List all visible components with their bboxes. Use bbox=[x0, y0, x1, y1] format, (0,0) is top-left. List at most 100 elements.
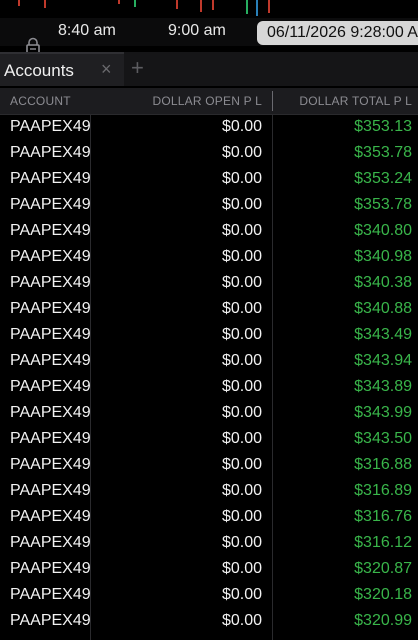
table-row[interactable]: PAAPEX49 $0.00 $320.18 bbox=[0, 582, 418, 608]
open-pl-cell: $0.00 bbox=[221, 248, 262, 265]
account-cell: PAAPEX49 bbox=[10, 430, 90, 447]
account-cell: PAAPEX49 bbox=[10, 222, 90, 239]
time-label: 9:00 am bbox=[168, 22, 226, 39]
account-cell: PAAPEX49 bbox=[10, 560, 90, 577]
total-pl-cell: $316.12 bbox=[354, 534, 412, 551]
open-pl-cell: $0.00 bbox=[221, 300, 262, 317]
open-pl-cell: $0.00 bbox=[221, 430, 262, 447]
account-cell: PAAPEX49 bbox=[10, 586, 90, 603]
column-header-total-pl[interactable]: DOLLAR TOTAL P L bbox=[299, 94, 412, 108]
table-row[interactable]: PAAPEX49 $0.00 $340.38 bbox=[0, 270, 418, 296]
account-cell: PAAPEX49 bbox=[10, 170, 90, 187]
account-cell: PAAPEX49 bbox=[10, 482, 90, 499]
total-pl-cell: $343.99 bbox=[354, 404, 412, 421]
account-cell: PAAPEX49 bbox=[10, 196, 90, 213]
column-resize-handle[interactable] bbox=[272, 91, 273, 111]
column-header-open-pl[interactable]: DOLLAR OPEN P L bbox=[153, 94, 263, 108]
table-row[interactable]: PAAPEX49 $0.00 $316.88 bbox=[0, 452, 418, 478]
table-row[interactable]: PAAPEX49 $0.00 $343.99 bbox=[0, 400, 418, 426]
total-pl-cell: $320.18 bbox=[354, 586, 412, 603]
total-pl-cell: $343.49 bbox=[354, 326, 412, 343]
table-row[interactable]: PAAPEX49 $0.00 $340.98 bbox=[0, 244, 418, 270]
total-pl-cell: $320.99 bbox=[354, 612, 412, 629]
total-pl-cell: $316.89 bbox=[354, 482, 412, 499]
table-row[interactable]: PAAPEX49 $0.00 $343.50 bbox=[0, 426, 418, 452]
account-cell: PAAPEX49 bbox=[10, 456, 90, 473]
open-pl-cell: $0.00 bbox=[221, 482, 262, 499]
column-header-account[interactable]: ACCOUNT bbox=[10, 94, 71, 108]
total-pl-cell: $320.87 bbox=[354, 560, 412, 577]
total-pl-cell: $316.76 bbox=[354, 508, 412, 525]
account-cell: PAAPEX49 bbox=[10, 144, 90, 161]
account-cell: PAAPEX49 bbox=[10, 612, 90, 629]
account-cell: PAAPEX49 bbox=[10, 352, 90, 369]
close-icon[interactable]: × bbox=[101, 59, 112, 80]
table-row[interactable]: PAAPEX49 $0.00 $353.24 bbox=[0, 166, 418, 192]
time-label: 8:40 am bbox=[58, 22, 116, 39]
account-cell: PAAPEX49 bbox=[10, 248, 90, 265]
table-row[interactable]: PAAPEX49 $0.00 $343.89 bbox=[0, 374, 418, 400]
tab-accounts[interactable]: Accounts × bbox=[0, 52, 124, 86]
chart-candle bbox=[200, 0, 202, 12]
total-pl-cell: $340.38 bbox=[354, 274, 412, 291]
chart-candle bbox=[44, 0, 46, 8]
open-pl-cell: $0.00 bbox=[221, 144, 262, 161]
open-pl-cell: $0.00 bbox=[221, 508, 262, 525]
table-row[interactable]: PAAPEX49 $0.00 $343.94 bbox=[0, 348, 418, 374]
open-pl-cell: $0.00 bbox=[221, 170, 262, 187]
chart-candle bbox=[134, 0, 136, 7]
total-pl-cell: $340.88 bbox=[354, 300, 412, 317]
open-pl-cell: $0.00 bbox=[221, 586, 262, 603]
table-row[interactable]: PAAPEX49 $0.00 $340.88 bbox=[0, 296, 418, 322]
total-pl-cell: $353.13 bbox=[354, 118, 412, 135]
open-pl-cell: $0.00 bbox=[221, 404, 262, 421]
total-pl-cell: $340.98 bbox=[354, 248, 412, 265]
chart-candle bbox=[212, 0, 214, 10]
account-cell: PAAPEX49 bbox=[10, 404, 90, 421]
chart-candle bbox=[268, 0, 270, 13]
open-pl-cell: $0.00 bbox=[221, 534, 262, 551]
open-pl-cell: $0.00 bbox=[221, 196, 262, 213]
table-body: PAAPEX49 $0.00 $353.13 PAAPEX49 $0.00 $353.78… bbox=[0, 114, 418, 634]
table-row[interactable]: PAAPEX49 $0.00 $316.89 bbox=[0, 478, 418, 504]
add-tab-icon[interactable]: + bbox=[131, 55, 144, 81]
chart-candle bbox=[176, 0, 178, 9]
total-pl-cell: $343.94 bbox=[354, 352, 412, 369]
price-chart-strip[interactable]: 8:40 am 9:00 am 06/11/2026 9:28:00 AM bbox=[0, 0, 418, 46]
chart-candle bbox=[246, 0, 248, 14]
account-cell: PAAPEX49 bbox=[10, 274, 90, 291]
total-pl-cell: $343.50 bbox=[354, 430, 412, 447]
open-pl-cell: $0.00 bbox=[221, 118, 262, 135]
tab-bar: Accounts × + bbox=[0, 52, 418, 86]
account-cell: PAAPEX49 bbox=[10, 118, 90, 135]
total-pl-cell: $353.78 bbox=[354, 196, 412, 213]
table-row[interactable]: PAAPEX49 $0.00 $316.12 bbox=[0, 530, 418, 556]
open-pl-cell: $0.00 bbox=[221, 560, 262, 577]
account-cell: PAAPEX49 bbox=[10, 378, 90, 395]
chart-candle bbox=[18, 0, 20, 6]
open-pl-cell: $0.00 bbox=[221, 326, 262, 343]
total-pl-cell: $353.78 bbox=[354, 144, 412, 161]
table-row[interactable]: PAAPEX49 $0.00 $353.78 bbox=[0, 140, 418, 166]
open-pl-cell: $0.00 bbox=[221, 378, 262, 395]
table-row[interactable]: PAAPEX49 $0.00 $353.13 bbox=[0, 114, 418, 140]
crosshair-date-label: 06/11/2026 9:28:00 AM bbox=[257, 21, 418, 45]
total-pl-cell: $353.24 bbox=[354, 170, 412, 187]
table-row[interactable]: PAAPEX49 $0.00 $320.99 bbox=[0, 608, 418, 634]
account-cell: PAAPEX49 bbox=[10, 300, 90, 317]
table-row[interactable]: PAAPEX49 $0.00 $353.78 bbox=[0, 192, 418, 218]
tab-label: Accounts bbox=[4, 61, 74, 80]
chart-candle bbox=[118, 0, 120, 4]
total-pl-cell: $343.89 bbox=[354, 378, 412, 395]
table-row[interactable]: PAAPEX49 $0.00 $316.76 bbox=[0, 504, 418, 530]
table-row[interactable]: PAAPEX49 $0.00 $320.87 bbox=[0, 556, 418, 582]
account-cell: PAAPEX49 bbox=[10, 508, 90, 525]
open-pl-cell: $0.00 bbox=[221, 612, 262, 629]
open-pl-cell: $0.00 bbox=[221, 456, 262, 473]
account-cell: PAAPEX49 bbox=[10, 534, 90, 551]
table-row[interactable]: PAAPEX49 $0.00 $343.49 bbox=[0, 322, 418, 348]
open-pl-cell: $0.00 bbox=[221, 352, 262, 369]
table-header: ACCOUNT DOLLAR OPEN P L DOLLAR TOTAL P L bbox=[0, 88, 418, 115]
table-row[interactable]: PAAPEX49 $0.00 $340.80 bbox=[0, 218, 418, 244]
open-pl-cell: $0.00 bbox=[221, 274, 262, 291]
